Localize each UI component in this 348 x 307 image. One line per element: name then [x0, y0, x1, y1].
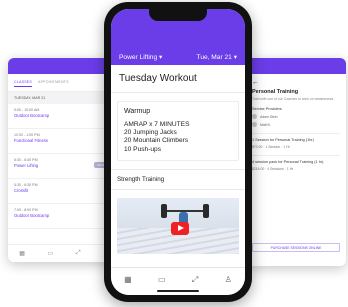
providers-label: Service Providers — [252, 107, 282, 112]
warmup-line: 20 Mountain Climbers — [124, 137, 189, 145]
dumbbell-icon[interactable]: ⤢ — [192, 275, 198, 285]
service-description: Train with one of our Coaches to work on… — [252, 97, 334, 101]
dumbbell-icon[interactable]: ⤢ — [76, 250, 81, 257]
tab-classes[interactable]: CLASSES — [14, 80, 32, 87]
package-name: 1 Session for Personal Training (1hr) — [252, 138, 314, 143]
back-arrow-icon[interactable]: ← — [252, 79, 340, 86]
warmup-card: Warmup AMRAP x 7 MINUTES 20 Jumping Jack… — [117, 101, 239, 161]
chevron-down-icon: ▾ — [158, 54, 163, 61]
provider-item[interactable]: Adam Stein — [252, 114, 340, 120]
provider-item[interactable]: Matt B. — [252, 122, 340, 128]
personal-training-screen: ← Personal Training Train with one of ou… — [246, 58, 346, 266]
phone-frame: Power Lifting ▾ Tue, Mar 21 ▾ Tuesday Wo… — [104, 2, 252, 302]
card-icon[interactable]: ▭ — [158, 275, 166, 284]
calendar-icon[interactable]: ▦ — [19, 250, 25, 257]
play-icon[interactable] — [171, 221, 189, 235]
program-label: Power Lifting — [119, 54, 158, 61]
barbell-plate — [203, 203, 209, 218]
package-item[interactable]: 1 Session for Personal Training (1hr) $7… — [252, 133, 340, 149]
class-name[interactable]: Outdoor Bootcamp — [14, 113, 114, 118]
service-title: Personal Training — [252, 89, 299, 95]
chevron-down-icon: ▾ — [233, 54, 237, 61]
date-label: Tue, Mar 21 — [196, 54, 232, 61]
calendar-icon[interactable]: ▦ — [124, 275, 132, 284]
avatar — [252, 114, 257, 120]
package-name: 4 session pack for Personal Training (1 … — [252, 160, 324, 165]
profile-icon[interactable]: ♙ — [225, 275, 232, 284]
provider-name: Adam Stein — [260, 114, 278, 119]
class-name[interactable]: Crossfit — [14, 188, 114, 193]
barbell-plate — [161, 203, 167, 218]
class-time: 12:00 - 1:00 PM — [14, 133, 40, 137]
purchase-button[interactable]: PURCHASE SESSIONS ONLINE — [252, 243, 340, 252]
class-name[interactable]: Outdoor Bootcamp — [14, 213, 114, 218]
warmup-line: 20 Jumping Jacks — [124, 129, 177, 137]
home-indicator — [157, 290, 199, 292]
class-name[interactable]: Functional Fitness — [14, 138, 114, 143]
package-price: $216.00 · 4 Sessions · 1 Hr — [252, 167, 294, 172]
page-title: Tuesday Workout — [111, 65, 245, 93]
strength-heading: Strength Training — [111, 168, 245, 190]
phone-notch — [149, 9, 207, 21]
avatar — [252, 122, 257, 128]
warmup-heading: Warmup — [124, 108, 151, 115]
program-selector[interactable]: Power Lifting ▾ — [119, 53, 162, 61]
provider-name: Matt B. — [260, 122, 271, 127]
workout-video[interactable] — [117, 197, 239, 254]
class-time: 5:00 - 10:00 AM — [14, 108, 40, 112]
date-selector[interactable]: Tue, Mar 21 ▾ — [197, 53, 237, 61]
class-time: 5:30 - 6:30 PM — [14, 183, 38, 187]
class-time: 7:00 - 8:00 PM — [14, 208, 38, 212]
package-item[interactable]: 4 session pack for Personal Training (1 … — [252, 155, 340, 171]
warmup-line: 10 Push-ups — [124, 145, 162, 153]
right-app-bar — [246, 58, 346, 74]
tab-appointments[interactable]: APPOINTMENTS — [38, 80, 69, 87]
card-icon[interactable]: ▭ — [48, 250, 54, 257]
workout-screen: Power Lifting ▾ Tue, Mar 21 ▾ Tuesday Wo… — [111, 9, 245, 295]
warmup-line: AMRAP x 7 MINUTES — [124, 121, 190, 128]
package-price: $70.00 · 1 Session · 1 Hr — [252, 145, 290, 150]
